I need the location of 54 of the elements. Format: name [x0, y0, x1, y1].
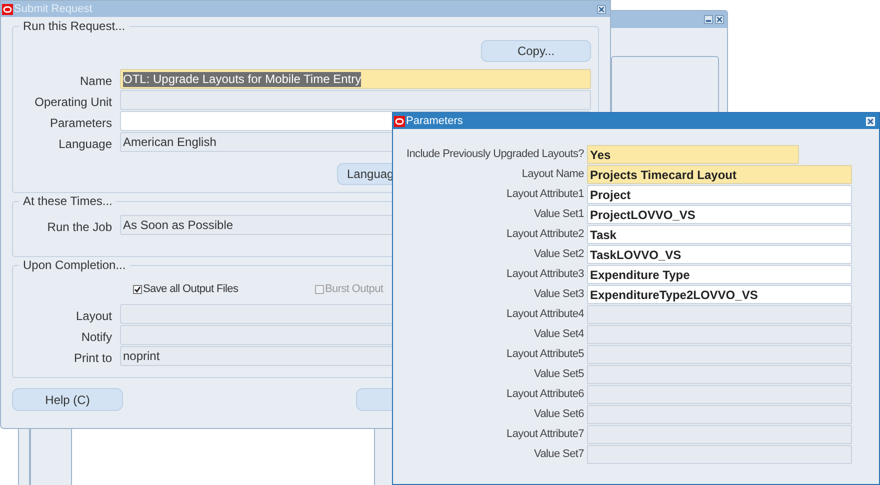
checkbox-label: Burst Output	[325, 282, 384, 297]
field-label: Notify	[81, 329, 112, 346]
help-button[interactable]: Help (C)	[12, 388, 123, 411]
field-value: Expenditure Type	[590, 266, 690, 284]
field-value: ProjectLOVVO_VS	[590, 206, 696, 224]
field-label: Run the Job	[47, 219, 112, 236]
field-label: Layout Attribute3	[506, 267, 585, 282]
section-title: Run this Request...	[19, 19, 130, 33]
field-value: Yes	[590, 146, 611, 164]
input-field[interactable]: Project	[587, 185, 852, 204]
field-label: Layout Attribute7	[506, 427, 585, 442]
window-title: Submit Request	[14, 2, 94, 16]
field-label: Value Set6	[532, 407, 585, 422]
input-field[interactable]: ProjectLOVVO_VS	[587, 205, 852, 224]
field-value: OTL: Upgrade Layouts for Mobile Time Entry	[123, 72, 362, 86]
field-label: Layout Attribute4	[506, 307, 585, 322]
field-label: Layout	[76, 308, 112, 325]
input-field[interactable]: Yes	[587, 145, 799, 164]
field-label: Include Previously Upgraded Layouts?	[405, 147, 585, 162]
field-value: TaskLOVVO_VS	[590, 246, 682, 264]
field-label: Layout Attribute5	[506, 347, 585, 362]
field-value: As Soon as Possible	[123, 218, 234, 232]
window-title: Parameters	[406, 114, 464, 128]
field-label: Layout Attribute2	[506, 227, 585, 242]
copy-button[interactable]: Copy...	[481, 40, 591, 62]
input-field[interactable]: Task	[587, 225, 852, 244]
field-value: ExpenditureType2LOVVO_VS	[590, 286, 758, 304]
field-value: Project	[590, 186, 631, 204]
field-label: Language	[58, 136, 112, 153]
field-label: Name	[80, 73, 112, 90]
input-field[interactable]: ExpenditureType2LOVVO_VS	[587, 285, 852, 304]
field-value: Projects Timecard Layout	[590, 166, 736, 184]
field-label: Layout Attribute6	[506, 387, 585, 402]
section-title: Upon Completion...	[19, 258, 130, 272]
input-field[interactable]: Projects Timecard Layout	[587, 165, 852, 184]
field-label: Value Set5	[532, 367, 585, 382]
field-label: Value Set2	[532, 247, 585, 262]
input-field[interactable]: Expenditure Type	[587, 265, 852, 284]
field-value: Task	[590, 226, 616, 244]
field-value: noprint	[123, 348, 160, 364]
field-value: American English	[123, 134, 216, 150]
field-label: Value Set4	[532, 327, 585, 342]
input-field[interactable]: OTL: Upgrade Layouts for Mobile Time Entry	[120, 69, 591, 89]
field-label: Value Set3	[532, 287, 585, 302]
field-label: Operating Unit	[34, 94, 112, 111]
field-label: Parameters	[50, 115, 112, 132]
field-label: Layout Attribute1	[506, 187, 585, 202]
checkbox-label: Save all Output Files	[143, 282, 238, 297]
field-label: Layout Name	[520, 167, 585, 182]
field-label: Print to	[74, 350, 112, 367]
input-field[interactable]: TaskLOVVO_VS	[587, 245, 852, 264]
field-label: Value Set1	[532, 207, 585, 222]
field-label: Value Set7	[532, 447, 585, 462]
section-title: At these Times...	[19, 194, 116, 208]
